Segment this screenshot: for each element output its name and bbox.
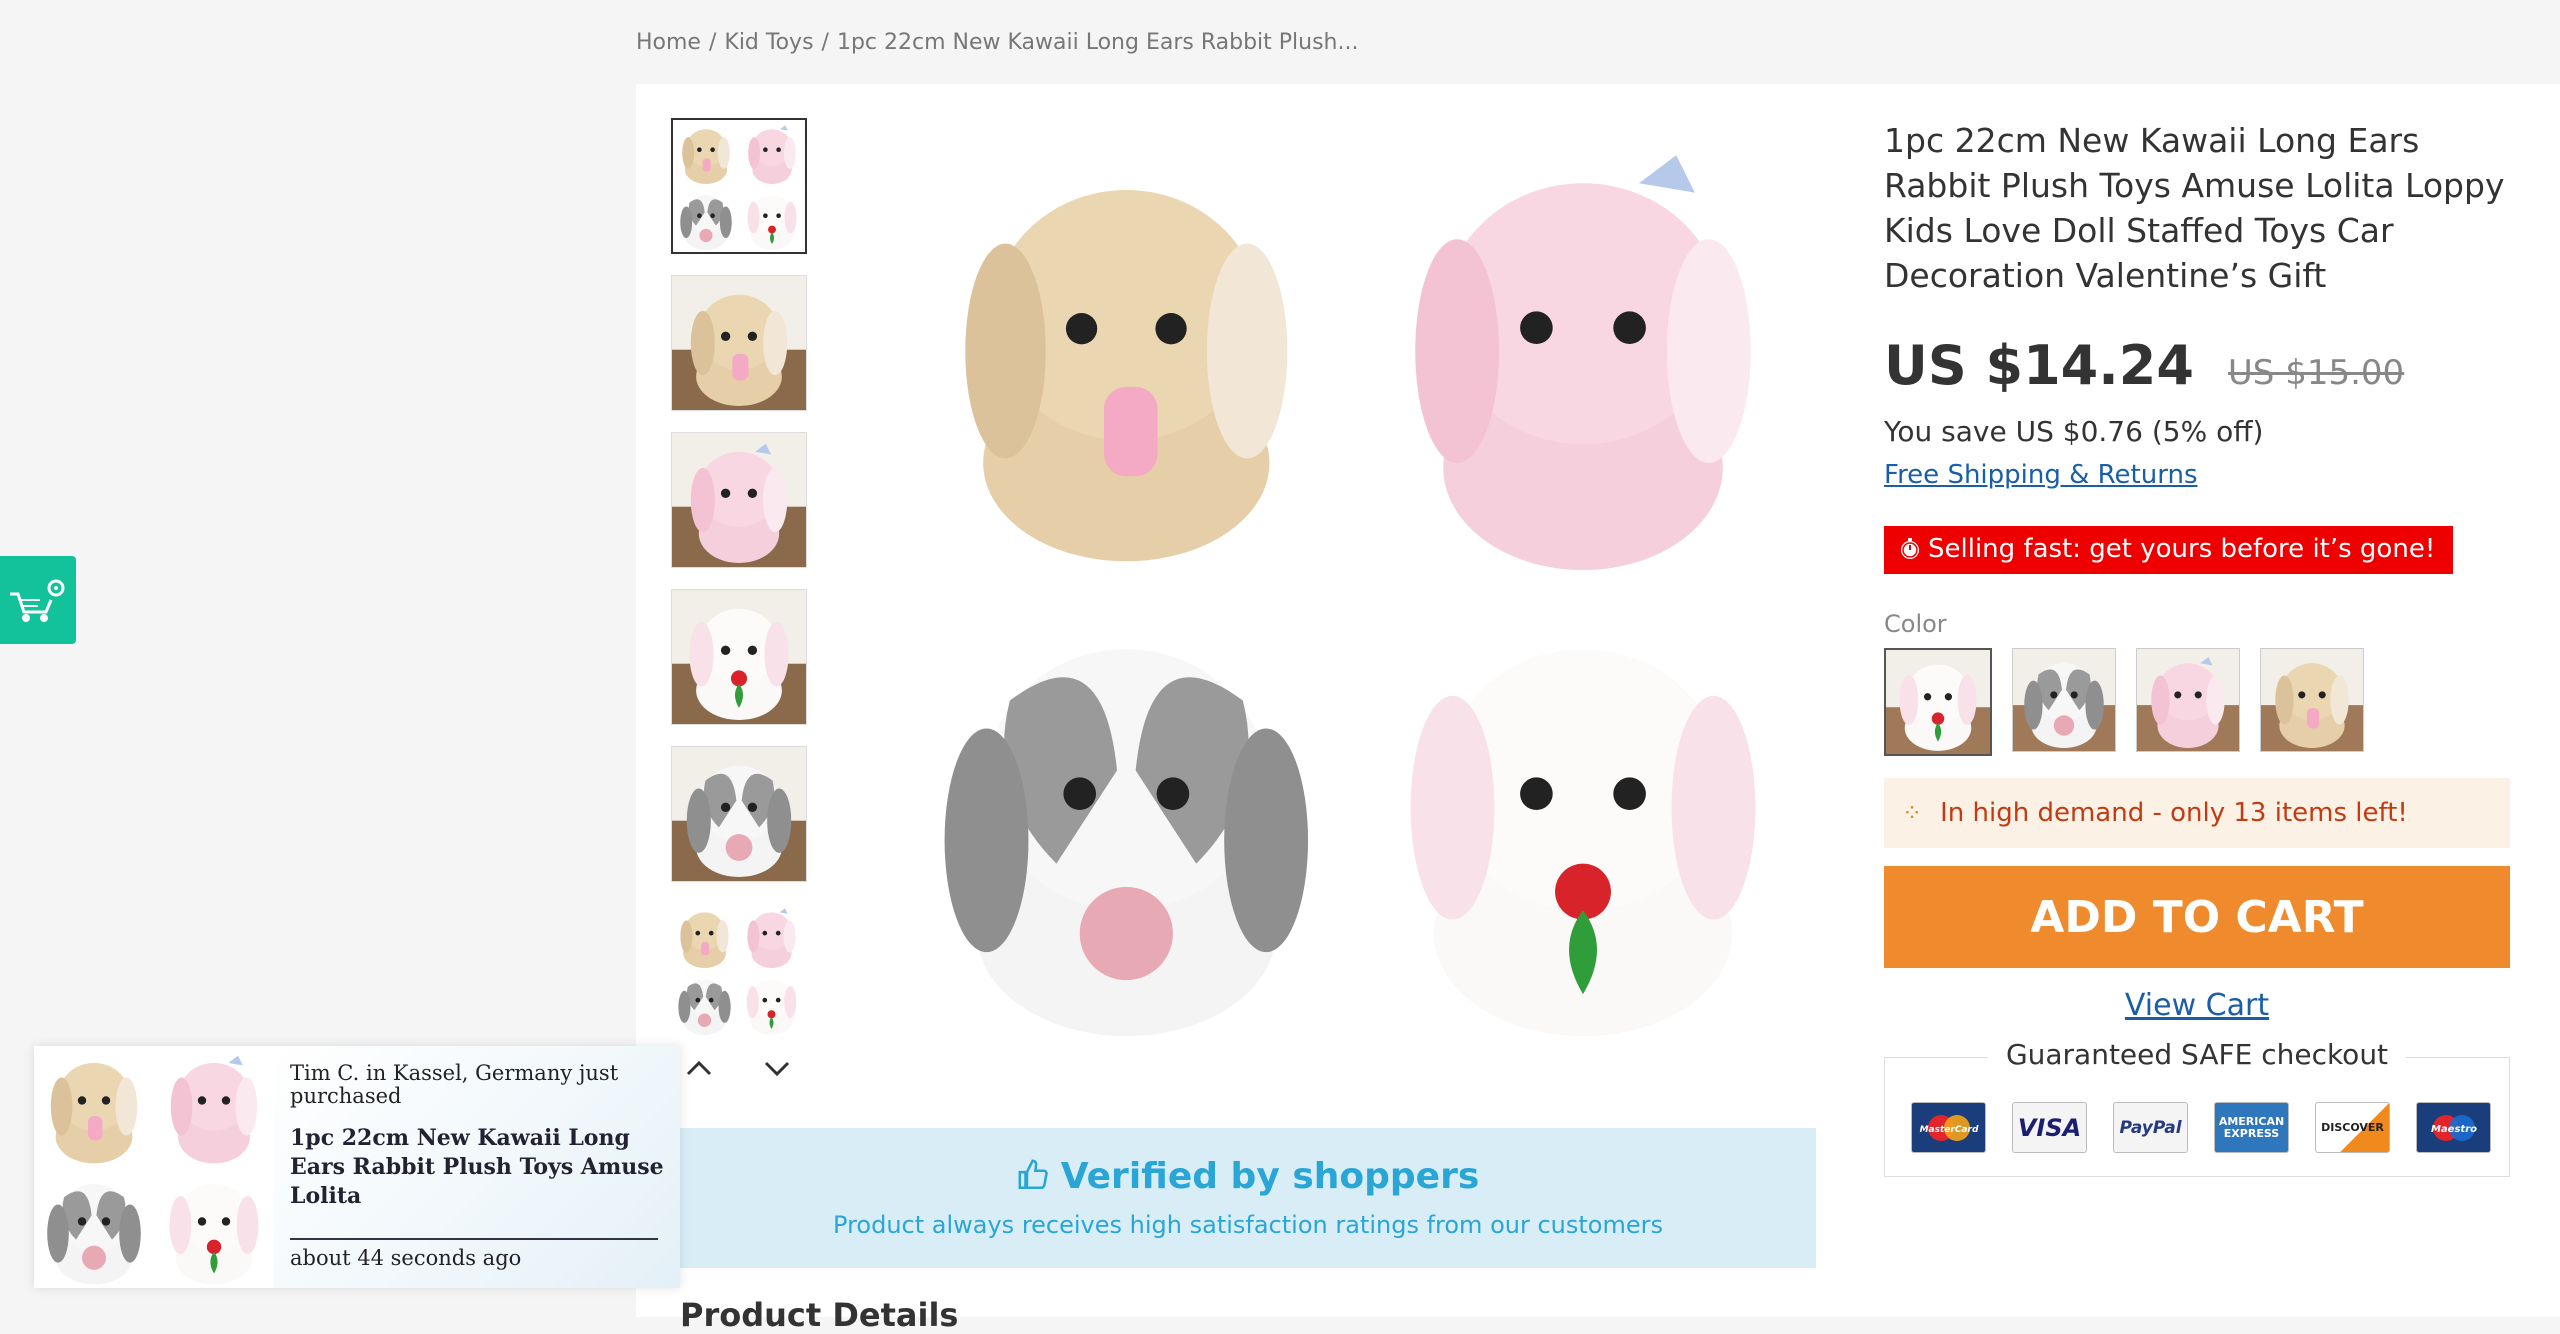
thumbnail-image [672,590,806,724]
verified-title-text: Verified by shoppers [1060,1156,1480,1197]
current-price: US $14.24 [1884,334,2194,397]
thumbnail-image [672,747,806,881]
main-product-image[interactable] [884,118,1816,1092]
swatch-white[interactable] [1884,648,1992,756]
popup-product-name[interactable]: 1pc 22cm New Kawaii Long Ears Rabbit Plu… [290,1124,670,1211]
discover-icon: DISCOVER [2315,1102,2390,1153]
popup-divider [290,1238,658,1240]
popup-body: Tim C. in Kassel, Germany just purchased… [274,1046,680,1288]
svg-text:MasterCard: MasterCard [1919,1125,1978,1135]
product-details-heading[interactable]: Product Details [680,1296,958,1334]
thumbnail-image [672,276,806,410]
savings-text: You save US $0.76 (5% off) [1884,415,2264,448]
maestro-icon: Maestro [2416,1102,2491,1153]
thumbnail-1[interactable] [671,118,807,254]
breadcrumb: Home / Kid Toys / 1pc 22cm New Kawaii Long E… [636,30,1358,55]
visa-icon: VISA [2012,1102,2087,1153]
verified-title: Verified by shoppers [680,1156,1816,1197]
breadcrumb-home-link[interactable]: Home [636,30,701,55]
product-photo [884,118,1816,1092]
mastercard-icon: MasterCard [1911,1102,1986,1153]
flame-dots-icon: ⁘ [1902,799,1923,827]
product-info-panel: 1pc 22cm New Kawaii Long Ears Rabbit Plu… [1884,118,2510,1177]
thumbnail-image [672,433,806,567]
thumbnail-gallery [671,118,809,1058]
popup-buyer: Tim C. in Kassel, Germany just purchased [290,1061,619,1108]
thumbnail-nav [684,1052,792,1092]
payment-cards: MasterCard VISA PayPal AMERICAN EXPRESS … [1911,1102,2491,1153]
thumbnail-2[interactable] [671,275,807,411]
selling-fast-text: Selling fast: get yours before it’s gone… [1928,534,2436,564]
chevron-down-icon[interactable] [762,1052,792,1092]
price-row: US $14.24 US $15.00 [1884,334,2510,397]
breadcrumb-separator: / [821,30,829,55]
amex-icon: AMERICAN EXPRESS [2214,1102,2289,1153]
chevron-up-icon[interactable] [684,1052,714,1092]
stopwatch-icon [1901,538,1919,559]
color-swatches [1884,648,2510,756]
cart-settings-icon [10,579,65,622]
free-shipping-link[interactable]: Free Shipping & Returns [1884,460,2198,490]
breadcrumb-separator: / [708,30,717,55]
swatch-beige[interactable] [2260,648,2364,752]
breadcrumb-category-link[interactable]: Kid Toys [724,30,813,55]
product-title: 1pc 22cm New Kawaii Long Ears Rabbit Plu… [1884,121,2505,295]
thumbnail-image [673,120,805,252]
view-cart-link[interactable]: View Cart [1884,988,2510,1023]
verified-subtitle: Product always receives high satisfactio… [833,1211,1663,1239]
popup-product-image [34,1046,274,1288]
thumbnail-3[interactable] [671,432,807,568]
thumbs-up-icon [1018,1159,1048,1190]
swatch-pink[interactable] [2136,648,2240,752]
safe-checkout-title-text: Guaranteed SAFE checkout [1987,1038,2407,1071]
verified-banner: Verified by shoppers Product always rece… [680,1128,1816,1268]
safe-checkout-title: Guaranteed SAFE checkout [1885,1038,2509,1071]
svg-text:Maestro: Maestro [2430,1124,2476,1135]
original-price: US $15.00 [2227,353,2405,393]
popup-timestamp: about 44 seconds ago [290,1246,522,1270]
thumbnail-4[interactable] [671,589,807,725]
side-tool-button[interactable] [0,556,76,644]
add-to-cart-button[interactable]: ADD TO CART [1884,866,2510,968]
color-label: Color [1884,610,1947,638]
safe-checkout-box: Guaranteed SAFE checkout MasterCard VISA… [1884,1038,2510,1177]
thumbnail-image [671,903,805,1037]
breadcrumb-current: 1pc 22cm New Kawaii Long Ears Rabbit Plu… [836,30,1359,55]
thumbnail-5[interactable] [671,746,807,882]
selling-fast-badge: Selling fast: get yours before it’s gone… [1884,526,2454,574]
recent-purchase-popup[interactable]: Tim C. in Kassel, Germany just purchased… [34,1046,680,1288]
swatch-grey[interactable] [2012,648,2116,752]
thumbnail-6[interactable] [671,903,805,1037]
high-demand-text: In high demand - only 13 items left! [1940,798,2408,828]
paypal-icon: PayPal [2113,1102,2188,1153]
high-demand-notice: ⁘ In high demand - only 13 items left! [1884,778,2510,848]
